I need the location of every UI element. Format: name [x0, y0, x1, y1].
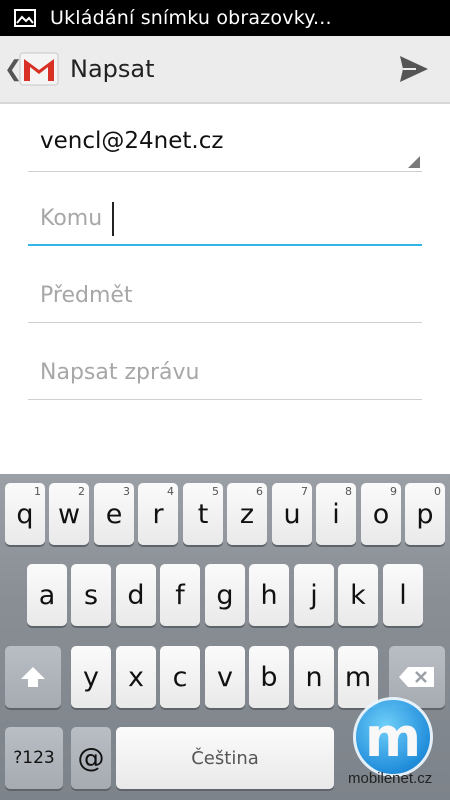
key-f[interactable]: f	[160, 564, 200, 626]
action-bar: ❮ Napsat	[0, 36, 450, 104]
key-label: e	[105, 498, 123, 530]
key-label: w	[57, 498, 81, 530]
status-text: Ukládání snímku obrazovky...	[50, 7, 332, 29]
key-hint: 7	[301, 485, 308, 498]
key-g[interactable]: g	[205, 564, 245, 626]
dropdown-triangle-icon	[408, 156, 420, 168]
key-u[interactable]: u7	[272, 483, 312, 545]
key-c[interactable]: c	[160, 646, 200, 708]
key-l[interactable]: l	[383, 564, 423, 626]
key-hint: 1	[34, 485, 41, 498]
key-hint: 3	[123, 485, 130, 498]
key-x[interactable]: x	[116, 646, 156, 708]
key-j[interactable]: j	[294, 564, 334, 626]
at-key[interactable]: @	[71, 727, 111, 789]
up-button[interactable]: ❮	[0, 36, 60, 102]
to-field-container	[28, 180, 422, 246]
message-body-input[interactable]	[28, 334, 422, 399]
from-account-value: vencl@24net.cz	[40, 128, 224, 154]
key-hint: 4	[167, 485, 174, 498]
key-a[interactable]: a	[27, 564, 67, 626]
page-title: Napsat	[70, 55, 155, 83]
key-label: o	[372, 498, 390, 530]
key-label: t	[197, 498, 209, 530]
screenshot-icon	[14, 9, 36, 27]
key-s[interactable]: s	[71, 564, 111, 626]
key-p[interactable]: p0	[405, 483, 445, 545]
key-hint: 0	[434, 485, 441, 498]
key-k[interactable]: k	[338, 564, 378, 626]
key-hint: 5	[212, 485, 219, 498]
key-hint: 9	[390, 485, 397, 498]
key-i[interactable]: i8	[316, 483, 356, 545]
key-label: p	[416, 498, 434, 530]
key-label: q	[16, 498, 34, 530]
key-v[interactable]: v	[205, 646, 245, 708]
subject-input[interactable]	[28, 257, 422, 322]
send-icon[interactable]	[398, 54, 430, 84]
key-e[interactable]: e3	[94, 483, 134, 545]
key-hint: 2	[78, 485, 85, 498]
key-n[interactable]: n	[294, 646, 334, 708]
key-label: r	[152, 498, 164, 530]
key-q[interactable]: q1	[5, 483, 45, 545]
key-h[interactable]: h	[249, 564, 289, 626]
key-r[interactable]: r4	[138, 483, 178, 545]
shift-icon	[21, 667, 45, 687]
watermark-logo: m	[353, 697, 433, 777]
key-label: u	[283, 498, 301, 530]
key-z[interactable]: z6	[227, 483, 267, 545]
chevron-left-icon: ❮	[4, 56, 23, 81]
key-hint: 8	[345, 485, 352, 498]
status-bar: Ukládání snímku obrazovky...	[0, 0, 450, 36]
key-w[interactable]: w2	[49, 483, 89, 545]
space-key[interactable]: Čeština	[116, 727, 334, 789]
symbols-key[interactable]: ?123	[5, 727, 63, 789]
key-m[interactable]: m	[338, 646, 378, 708]
subject-field-container	[28, 257, 422, 323]
key-d[interactable]: d	[116, 564, 156, 626]
key-hint: 6	[256, 485, 263, 498]
key-o[interactable]: o9	[361, 483, 401, 545]
text-cursor	[112, 202, 114, 236]
gmail-icon	[19, 52, 59, 86]
backspace-icon	[399, 667, 434, 687]
key-label: i	[332, 498, 340, 530]
key-y[interactable]: y	[71, 646, 111, 708]
key-b[interactable]: b	[249, 646, 289, 708]
key-t[interactable]: t5	[183, 483, 223, 545]
to-input[interactable]	[28, 180, 422, 244]
from-account-selector[interactable]: vencl@24net.cz	[28, 104, 422, 172]
body-field-container	[28, 334, 422, 400]
shift-key[interactable]	[5, 646, 61, 708]
watermark-text: mobilenet.cz	[348, 770, 433, 787]
key-label: z	[239, 498, 255, 530]
